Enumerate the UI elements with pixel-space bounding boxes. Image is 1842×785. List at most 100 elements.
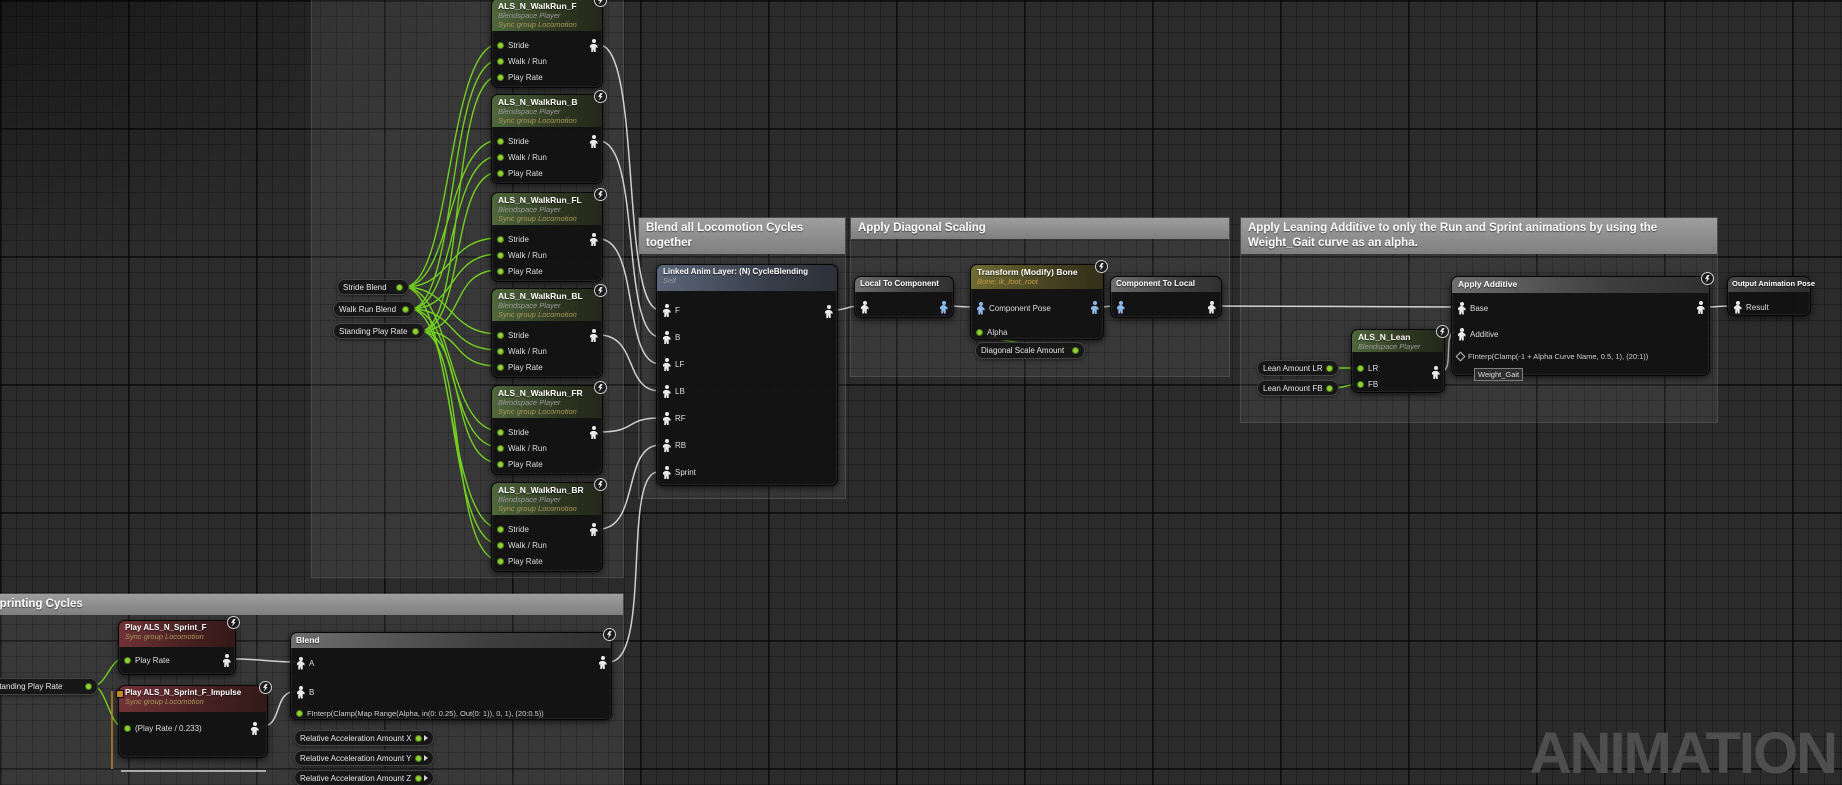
node-header[interactable]: Transform (Modify) Bone Bone: ik_foot_ro… — [971, 265, 1103, 289]
anim-node-walkrun-br[interactable]: ALS_N_WalkRun_BR Blendspace Player Sync … — [491, 482, 603, 572]
float-pin-icon[interactable] — [497, 542, 504, 549]
param-pill-diagonal-scale-amount[interactable]: Diagonal Scale Amount — [975, 342, 1085, 359]
pose-output-pin[interactable] — [939, 301, 948, 314]
anim-node-walkrun-bl[interactable]: ALS_N_WalkRun_BL Blendspace Player Sync … — [491, 288, 603, 378]
pin-play-rate[interactable]: Play Rate — [492, 165, 602, 181]
float-pin-icon[interactable] — [412, 328, 419, 335]
pin-play-rate[interactable]: Play Rate — [492, 359, 602, 375]
node-header[interactable]: Apply Additive — [1452, 277, 1709, 293]
pin-alpha-expression[interactable]: FInterp(Clamp(Map Range(Alpha, in(0: 0.2… — [291, 705, 611, 721]
node-header[interactable]: ALS_N_WalkRun_B Blendspace Player Sync g… — [492, 95, 602, 127]
pin-result[interactable]: Result — [1728, 299, 1810, 315]
pose-pin-icon[interactable] — [1733, 301, 1742, 314]
pin-component-pose[interactable]: Component Pose — [971, 297, 1103, 319]
comment-title[interactable]: Apply Leaning Additive to only the Run a… — [1241, 218, 1717, 254]
float-pin-icon[interactable] — [497, 170, 504, 177]
param-pill-walk-run-blend[interactable]: Walk Run Blend — [333, 301, 415, 317]
delegate-pin-icon[interactable] — [116, 690, 124, 698]
pin-b[interactable]: B — [657, 324, 837, 351]
param-pill-standing-play-rate[interactable]: Standing Play Rate — [333, 323, 425, 339]
float-pin-icon[interactable] — [497, 236, 504, 243]
float-pin-icon[interactable] — [497, 461, 504, 468]
pin-stride[interactable]: Stride — [492, 521, 602, 537]
pose-output-pin[interactable] — [1431, 366, 1440, 379]
pin-play-rate[interactable]: Play Rate — [492, 553, 602, 569]
pin-stride[interactable]: Stride — [492, 37, 602, 53]
pin-b[interactable]: B — [291, 684, 611, 700]
pin-walk-run[interactable]: Walk / Run — [492, 247, 602, 263]
float-pin-icon[interactable] — [415, 755, 422, 762]
param-pill-relative-accel-y[interactable]: Relative Acceleration Amount Y — [294, 750, 434, 766]
float-pin-icon[interactable] — [497, 252, 504, 259]
pose-output-pin[interactable] — [589, 523, 598, 536]
pose-io-row[interactable] — [1111, 296, 1221, 318]
node-header[interactable]: Blend — [291, 633, 611, 648]
float-pin-icon[interactable] — [497, 58, 504, 65]
anim-node-transform-modify-bone[interactable]: Transform (Modify) Bone Bone: ik_foot_ro… — [970, 264, 1104, 340]
pose-output-pin[interactable] — [250, 722, 259, 735]
pose-output-pin[interactable] — [824, 305, 833, 318]
node-header[interactable]: ALS_N_Lean Blendspace Player — [1352, 330, 1444, 352]
float-pin-icon[interactable] — [1357, 381, 1364, 388]
pose-pin-icon[interactable] — [976, 302, 985, 315]
node-header[interactable]: Local To Component — [855, 277, 953, 292]
pose-pin-icon[interactable] — [296, 657, 305, 670]
node-header[interactable]: ALS_N_WalkRun_BL Blendspace Player Sync … — [492, 289, 602, 321]
float-pin-icon[interactable] — [415, 735, 422, 742]
node-header[interactable]: Play ALS_N_Sprint_F_Impulse Sync group L… — [119, 686, 267, 712]
param-pill-relative-accel-x[interactable]: Relative Acceleration Amount X — [294, 730, 434, 746]
anim-node-walkrun-b[interactable]: ALS_N_WalkRun_B Blendspace Player Sync g… — [491, 94, 603, 184]
pose-output-pin[interactable] — [589, 329, 598, 342]
pose-pin-icon[interactable] — [662, 331, 671, 344]
animgraph-canvas[interactable]: Blend all Locomotion Cycles together App… — [0, 0, 1842, 785]
anim-node-walkrun-fl[interactable]: ALS_N_WalkRun_FL Blendspace Player Sync … — [491, 192, 603, 282]
pose-pin-icon[interactable] — [662, 412, 671, 425]
anim-node-play-sprint-f-impulse[interactable]: Play ALS_N_Sprint_F_Impulse Sync group L… — [118, 685, 268, 758]
pose-output-pin[interactable] — [1207, 301, 1216, 314]
float-pin-icon[interactable] — [497, 138, 504, 145]
pose-pin-icon[interactable] — [296, 686, 305, 699]
pin-rb[interactable]: RB — [657, 432, 837, 459]
pose-pin-icon[interactable] — [662, 385, 671, 398]
float-pin-icon[interactable] — [497, 268, 504, 275]
alpha-pin-icon[interactable] — [1456, 351, 1466, 361]
pin-base[interactable]: Base — [1452, 297, 1709, 319]
pin-stride[interactable]: Stride — [492, 231, 602, 247]
pose-output-pin[interactable] — [598, 656, 607, 669]
pin-walk-run[interactable]: Walk / Run — [492, 53, 602, 69]
param-pill-standing-play-rate-sprint[interactable]: Standing Play Rate — [0, 678, 98, 695]
pin-play-rate[interactable]: Play Rate — [119, 654, 235, 667]
anim-node-play-sprint-f[interactable]: Play ALS_N_Sprint_F Sync group Locomotio… — [118, 620, 236, 675]
float-pin-icon[interactable] — [497, 332, 504, 339]
pin-walk-run[interactable]: Walk / Run — [492, 537, 602, 553]
pin-sprint[interactable]: Sprint — [657, 459, 837, 486]
float-pin-icon[interactable] — [497, 42, 504, 49]
pin-alpha-expression[interactable]: FInterp(Clamp(-1 + Alpha Curve Name, 0.5… — [1452, 348, 1709, 364]
float-pin-icon[interactable] — [415, 775, 422, 782]
pose-io-row[interactable] — [855, 296, 953, 318]
float-pin-icon[interactable] — [1072, 347, 1079, 354]
pose-pin-icon[interactable] — [662, 466, 671, 479]
pin-stride[interactable]: Stride — [492, 133, 602, 149]
param-pill-relative-accel-z[interactable]: Relative Acceleration Amount Z — [294, 770, 434, 785]
float-pin-icon[interactable] — [1357, 365, 1364, 372]
pin-alpha[interactable]: Alpha — [971, 322, 1103, 342]
pin-f[interactable]: F — [657, 297, 837, 324]
anim-node-local-to-component[interactable]: Local To Component — [854, 276, 954, 318]
anim-node-walkrun-fr[interactable]: ALS_N_WalkRun_FR Blendspace Player Sync … — [491, 385, 603, 475]
param-pill-lean-amount-lr[interactable]: Lean Amount LR — [1257, 360, 1339, 376]
float-pin-icon[interactable] — [497, 74, 504, 81]
float-pin-icon[interactable] — [976, 329, 983, 336]
node-header[interactable]: ALS_N_WalkRun_FR Blendspace Player Sync … — [492, 386, 602, 418]
float-pin-icon[interactable] — [124, 657, 131, 664]
pose-output-pin[interactable] — [222, 654, 231, 667]
pose-pin-icon[interactable] — [662, 439, 671, 452]
param-pill-stride-blend[interactable]: Stride Blend — [337, 279, 409, 295]
float-pin-icon[interactable] — [497, 526, 504, 533]
node-header[interactable]: ALS_N_WalkRun_FL Blendspace Player Sync … — [492, 193, 602, 225]
pin-lf[interactable]: LF — [657, 351, 837, 378]
float-pin-icon[interactable] — [1326, 365, 1333, 372]
float-pin-icon[interactable] — [85, 683, 92, 690]
anim-node-als-lean[interactable]: ALS_N_Lean Blendspace Player LR FB — [1351, 329, 1445, 393]
node-header[interactable]: ALS_N_WalkRun_F Blendspace Player Sync g… — [492, 0, 602, 31]
